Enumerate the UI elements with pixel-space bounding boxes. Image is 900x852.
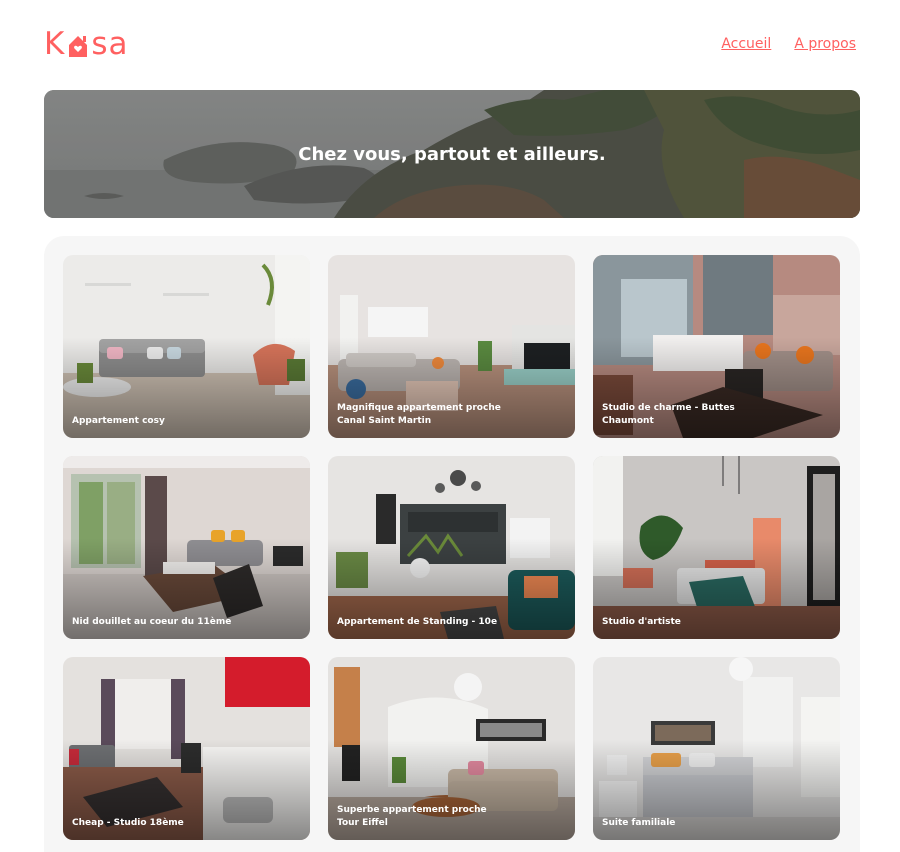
listing-title: Magnifique appartement proche Canal Sain… <box>337 403 501 426</box>
listing-title: Studio de charme - Buttes Chaumont <box>602 403 735 426</box>
card-gradient <box>63 456 310 639</box>
card-gradient <box>328 456 575 639</box>
listing-title: Appartement de Standing - 10e <box>337 617 498 627</box>
listings-gallery: Appartement cosy Magnifique appartement … <box>44 236 860 852</box>
site-header: K sa Accueil A propos <box>44 24 856 64</box>
listing-title: Suite familiale <box>602 818 676 828</box>
banner-title: Chez vous, partout et ailleurs. <box>298 143 606 165</box>
nav-link-accueil[interactable]: Accueil <box>721 36 771 52</box>
listing-card[interactable]: Studio d'artiste <box>593 456 840 639</box>
listing-card[interactable]: Nid douillet au coeur du 11ème <box>63 456 310 639</box>
listing-card[interactable]: Cheap - Studio 18ème <box>63 657 310 840</box>
listing-title: Superbe appartement proche Tour Eiffel <box>337 805 487 828</box>
logo-letters-sa: sa <box>91 26 129 62</box>
listing-card[interactable]: Appartement cosy <box>63 255 310 438</box>
logo-letter-k: K <box>44 26 66 62</box>
listing-card[interactable]: Suite familiale <box>593 657 840 840</box>
card-gradient <box>63 657 310 840</box>
main-nav: Accueil A propos <box>721 24 856 64</box>
listing-card[interactable]: Magnifique appartement proche Canal Sain… <box>328 255 575 438</box>
listing-title: Appartement cosy <box>72 416 165 426</box>
listing-card[interactable]: Studio de charme - Buttes Chaumont <box>593 255 840 438</box>
listing-card[interactable]: Appartement de Standing - 10e <box>328 456 575 639</box>
listing-title: Nid douillet au coeur du 11ème <box>72 617 232 627</box>
card-gradient <box>593 657 840 840</box>
listing-title: Cheap - Studio 18ème <box>72 818 184 828</box>
kasa-logo[interactable]: K sa <box>44 24 129 64</box>
card-gradient <box>593 456 840 639</box>
nav-link-a-propos[interactable]: A propos <box>794 36 856 52</box>
card-gradient <box>63 255 310 438</box>
listing-card[interactable]: Superbe appartement proche Tour Eiffel <box>328 657 575 840</box>
listing-title: Studio d'artiste <box>602 617 681 627</box>
house-icon <box>66 33 90 59</box>
hero-banner: Chez vous, partout et ailleurs. <box>44 90 860 218</box>
